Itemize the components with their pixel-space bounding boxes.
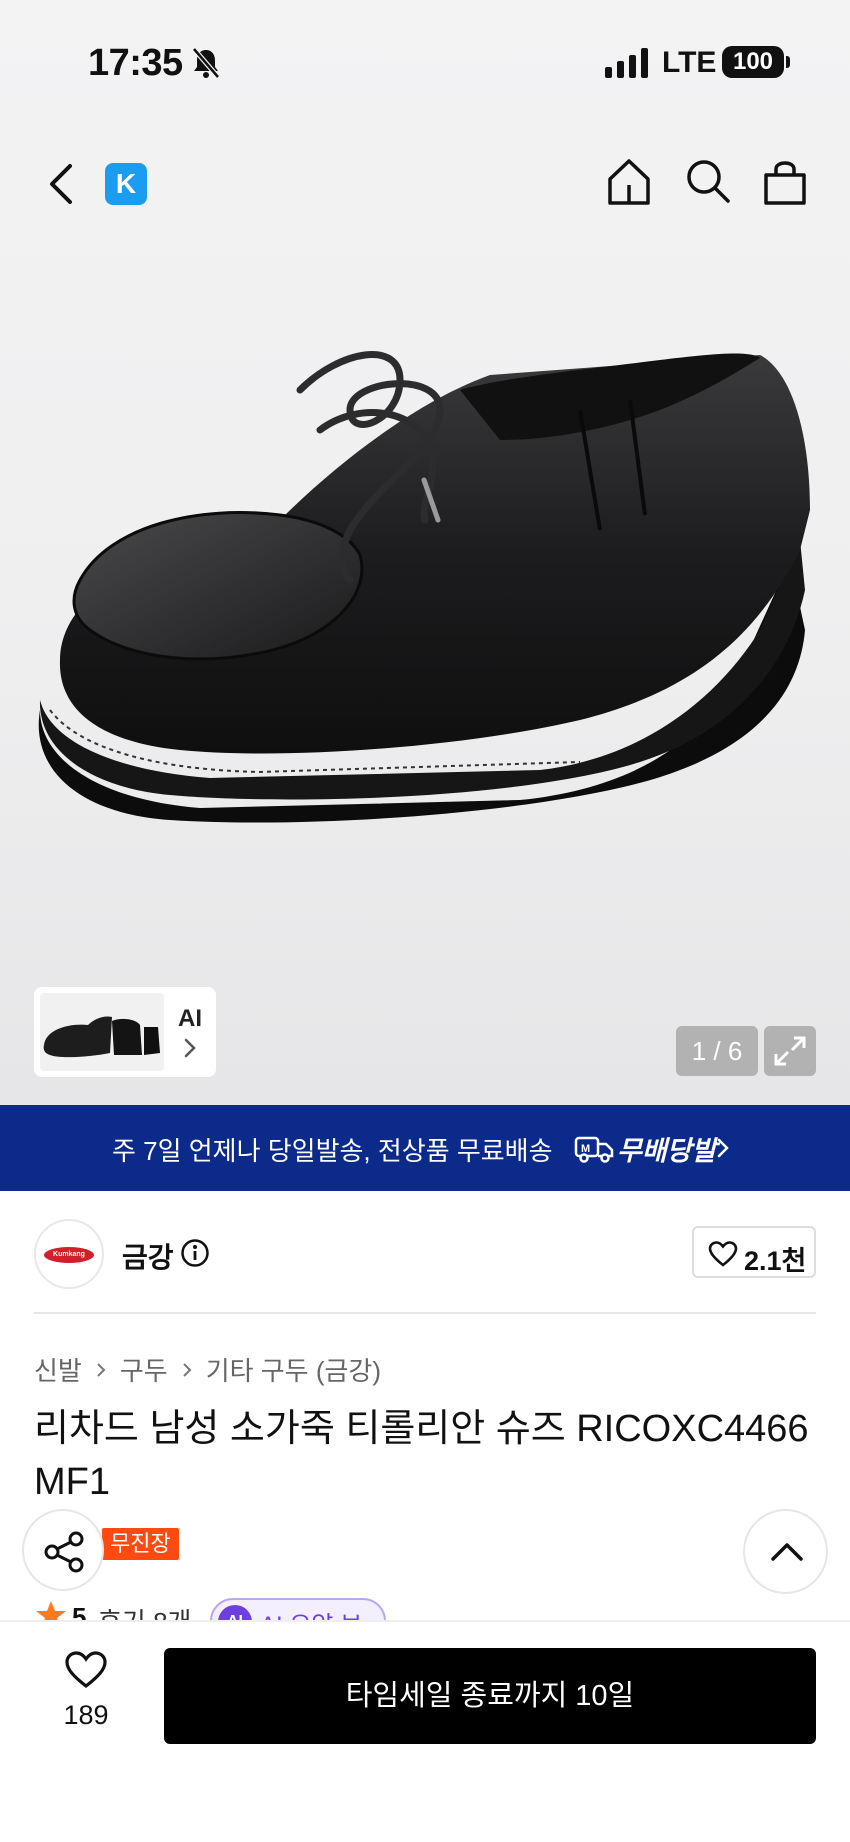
- battery-icon: 100: [722, 46, 784, 78]
- purchase-button[interactable]: 타임세일 종료까지 10일: [164, 1648, 816, 1744]
- store-like-count: 2.1천: [744, 1246, 807, 1276]
- status-time: 17:35: [88, 42, 183, 84]
- share-icon: [44, 1531, 84, 1573]
- store-like-button[interactable]: 2.1천: [692, 1226, 816, 1278]
- svg-text:M: M: [581, 1143, 590, 1155]
- search-icon[interactable]: [683, 155, 733, 209]
- breadcrumb-level2[interactable]: 구두: [120, 1351, 168, 1388]
- chevron-right-icon: [184, 1038, 196, 1058]
- back-icon[interactable]: [40, 158, 84, 210]
- signal-icon: [605, 48, 648, 78]
- breadcrumb: 신발 구두 기타 구두 (금강): [34, 1351, 381, 1388]
- product-title: 리차드 남성 소가죽 티롤리안 슈즈 RICOXC4466 MF1: [34, 1408, 809, 1503]
- rating-score: 5: [72, 1602, 87, 1622]
- truck-icon: M: [574, 1136, 614, 1163]
- scroll-top-button[interactable]: [743, 1509, 828, 1594]
- ai-thumbnail-card[interactable]: AI: [34, 987, 216, 1077]
- chevron-right-icon: [717, 1138, 729, 1158]
- chevron-right-icon: [182, 1362, 192, 1377]
- status-bar: 17:35 LTE 100: [0, 0, 850, 125]
- store-logo[interactable]: Kumkang: [34, 1219, 104, 1289]
- heart-icon[interactable]: [64, 1650, 108, 1690]
- wish-count: 189: [63, 1700, 109, 1730]
- store-logo-mark: Kumkang: [44, 1247, 94, 1263]
- product-image-gallery[interactable]: 17:35 LTE 100 K AI 1 / 6: [0, 0, 850, 1105]
- banner-text: 주 7일 언제나 당일발송, 전상품 무료배송: [112, 1136, 553, 1166]
- expand-icon: [774, 1036, 806, 1066]
- share-button[interactable]: [22, 1509, 104, 1591]
- network-type: LTE: [662, 46, 717, 79]
- image-counter: 1 / 6: [676, 1026, 758, 1076]
- heart-icon: [708, 1241, 738, 1267]
- expand-button[interactable]: [764, 1026, 816, 1076]
- bell-muted-icon: [192, 47, 220, 79]
- product-tag: 무진장: [102, 1528, 179, 1560]
- rating-row: 5 후기 8개 AI AI 요약 보기: [34, 1598, 434, 1622]
- free-shipping-banner[interactable]: 주 7일 언제나 당일발송, 전상품 무료배송 M 무배당발: [0, 1105, 850, 1191]
- review-count[interactable]: 후기 8개: [98, 1602, 191, 1622]
- chevron-up-icon: [771, 1543, 803, 1561]
- info-icon[interactable]: [180, 1238, 210, 1268]
- star-icon: [36, 1601, 66, 1622]
- bottom-action-bar: 189 타임세일 종료까지 10일: [0, 1620, 850, 1842]
- breadcrumb-level1[interactable]: 신발: [34, 1351, 82, 1388]
- divider: [34, 1312, 816, 1314]
- shopping-bag-icon[interactable]: [760, 155, 810, 209]
- product-photo-shoe: [38, 351, 810, 823]
- battery-nub: [786, 56, 790, 68]
- banner-brand: 무배당발: [617, 1136, 717, 1166]
- thumbnail-image: [40, 993, 164, 1071]
- store-name[interactable]: 금강: [122, 1236, 174, 1276]
- app-badge[interactable]: K: [105, 163, 147, 205]
- ai-summary-button[interactable]: AI AI 요약 보기: [210, 1598, 386, 1622]
- home-icon[interactable]: [604, 155, 654, 209]
- breadcrumb-level3[interactable]: 기타 구두 (금강): [206, 1351, 381, 1388]
- chevron-right-icon: [97, 1362, 106, 1377]
- thumbnail-ai-label: AI: [178, 1005, 202, 1032]
